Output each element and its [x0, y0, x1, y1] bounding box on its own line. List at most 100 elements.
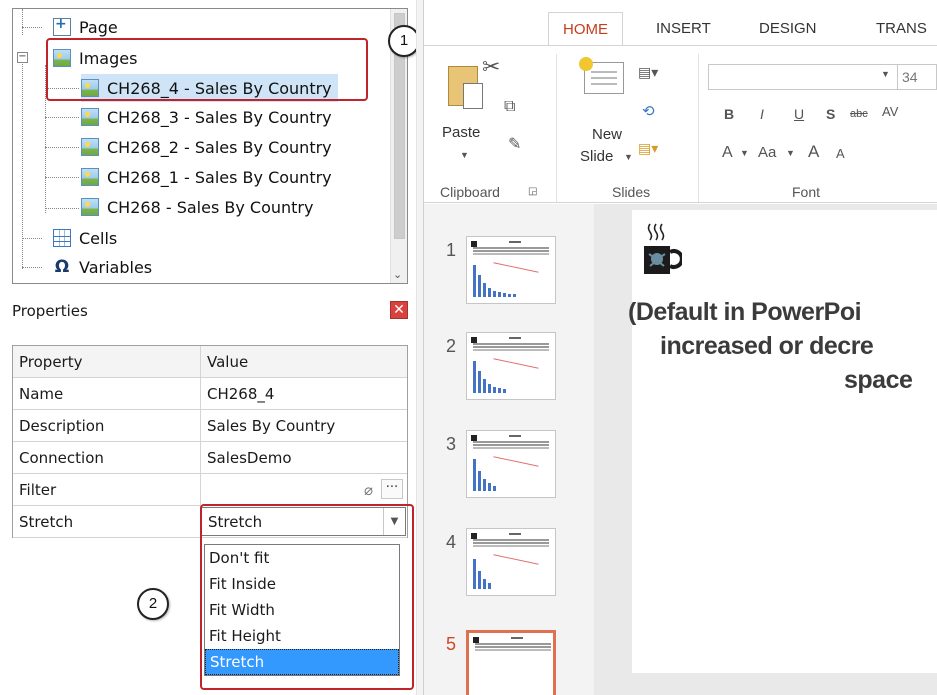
font-name-box[interactable]: ▼ — [708, 64, 898, 90]
layout-icon[interactable]: ▤▾ — [638, 64, 658, 81]
ellipsis-button[interactable]: ··· — [381, 479, 403, 499]
property-value-filter[interactable]: ⌀ ··· — [201, 474, 407, 505]
slide-text-line-2[interactable]: increased or decre — [660, 332, 874, 361]
tree-item-label: CH268_3 - Sales By Country — [107, 107, 332, 127]
tree-item-ch268-1[interactable]: CH268_1 - Sales By Country — [81, 163, 332, 191]
callout-2: 2 — [137, 588, 169, 620]
section-icon[interactable]: ▤▾ — [638, 140, 658, 157]
property-label: Stretch — [13, 506, 201, 537]
dialog-launcher-icon[interactable]: ◲ — [528, 186, 537, 197]
collapse-icon[interactable]: − — [17, 52, 28, 63]
new-slide-icon[interactable] — [579, 57, 624, 94]
tab-insert[interactable]: INSERT — [656, 20, 711, 37]
cut-icon[interactable]: ✂ — [482, 54, 500, 80]
omega-icon: Ω — [54, 257, 70, 277]
property-row-filter[interactable]: Filter ⌀ ··· — [13, 474, 407, 506]
chevron-down-icon[interactable]: ⌄ — [393, 268, 402, 281]
chevron-down-icon[interactable]: ▼ — [881, 69, 890, 79]
close-icon[interactable]: ✕ — [390, 301, 408, 319]
shrink-font-button[interactable]: A — [836, 146, 845, 161]
slide-thumbnails-pane[interactable]: 1 2 3 4 5 — [424, 204, 594, 695]
slide-thumbnail-3[interactable] — [466, 430, 556, 498]
paste-icon[interactable] — [448, 66, 483, 109]
tree-item-ch268[interactable]: CH268 - Sales By Country — [81, 193, 313, 221]
tree-item-ch268-2[interactable]: CH268_2 - Sales By Country — [81, 133, 332, 161]
tree-item-cells[interactable]: Cells — [53, 224, 117, 252]
property-label: Filter — [13, 474, 201, 505]
copy-icon[interactable]: ⧉ — [504, 98, 515, 116]
slide-text-line-3[interactable]: space — [844, 366, 913, 395]
tab-transitions[interactable]: TRANS — [876, 20, 927, 37]
tree-line — [45, 177, 79, 178]
column-header-value: Value — [207, 352, 249, 371]
tree-item-variables[interactable]: Ω Variables — [53, 253, 152, 281]
slide-number: 3 — [446, 434, 457, 454]
slide[interactable]: (Default in PowerPoi increased or decre … — [628, 210, 937, 673]
image-icon — [81, 198, 99, 216]
bold-button[interactable]: B — [724, 106, 734, 122]
underline-button[interactable]: U — [794, 106, 804, 122]
grow-font-button[interactable]: A — [808, 142, 819, 162]
new-slide-label: Slide — [580, 148, 614, 165]
property-value[interactable]: CH268_4 — [201, 378, 407, 409]
paperclip-icon[interactable]: ⌀ — [364, 481, 373, 499]
tree-line — [45, 147, 79, 148]
slide-editor: (Default in PowerPoi increased or decre … — [594, 204, 937, 695]
change-case-button[interactable]: Aa — [758, 144, 776, 161]
group-label-slides: Slides — [612, 184, 651, 200]
panel-splitter[interactable] — [416, 0, 424, 695]
tree-item-label: CH268_1 - Sales By Country — [107, 167, 332, 187]
slide-text-line-1[interactable]: (Default in PowerPoi — [628, 298, 862, 327]
chevron-down-icon[interactable]: ▼ — [786, 148, 795, 158]
slide-number: 1 — [446, 240, 457, 260]
tree-line — [22, 27, 42, 28]
tree-item-page[interactable]: Page — [53, 13, 118, 41]
separator — [698, 54, 699, 202]
image-icon — [81, 138, 99, 156]
ribbon: ✂ ⧉ ✎ Paste ▼ Clipboard ◲ New Slide ▼ ▤▾… — [424, 45, 937, 203]
char-spacing-button[interactable]: AV — [882, 104, 898, 119]
group-label-clipboard: Clipboard — [440, 184, 500, 200]
slide-thumbnail-4[interactable] — [466, 528, 556, 596]
slide-thumbnail-5[interactable] — [466, 630, 556, 695]
slide-thumbnail-1[interactable] — [466, 236, 556, 304]
property-label: Connection — [13, 442, 201, 473]
properties-header-row: Property Value — [13, 346, 407, 378]
column-header-property: Property — [13, 346, 201, 377]
strikethrough-button[interactable]: abc — [850, 108, 868, 120]
tree-item-ch268-3[interactable]: CH268_3 - Sales By Country — [81, 103, 332, 131]
tab-design[interactable]: DESIGN — [759, 20, 817, 37]
tree-line — [22, 9, 23, 35]
paste-button[interactable]: Paste — [442, 124, 480, 141]
left-panel: − Page Images CH268_4 - Sales By Country… — [0, 0, 424, 695]
new-slide-button[interactable]: New — [592, 126, 622, 143]
powerpoint-window: HOME INSERT DESIGN TRANS ✂ ⧉ ✎ Paste ▼ C… — [424, 0, 937, 695]
font-color-button[interactable]: A — [722, 144, 733, 162]
font-size-box[interactable]: 34 — [898, 64, 937, 90]
property-value[interactable]: SalesDemo — [201, 442, 407, 473]
property-row-connection[interactable]: Connection SalesDemo — [13, 442, 407, 474]
property-value[interactable]: Sales By Country — [201, 410, 407, 441]
slide-thumbnail-2[interactable] — [466, 332, 556, 400]
tree-line — [22, 267, 42, 268]
chevron-down-icon[interactable]: ▼ — [740, 148, 749, 158]
tree-line — [22, 238, 42, 239]
slide-number: 2 — [446, 336, 457, 356]
separator — [556, 54, 557, 202]
image-icon — [81, 168, 99, 186]
slide-number: 5 — [446, 634, 457, 654]
italic-button[interactable]: I — [760, 106, 764, 122]
highlight-box-2 — [200, 504, 414, 690]
shadow-button[interactable]: S — [826, 106, 835, 122]
format-painter-icon[interactable]: ✎ — [508, 134, 521, 154]
tab-home[interactable]: HOME — [548, 12, 623, 46]
property-label: Name — [13, 378, 201, 409]
tree-item-label: Page — [79, 17, 118, 37]
property-row-description[interactable]: Description Sales By Country — [13, 410, 407, 442]
reset-icon[interactable]: ⟲ — [642, 102, 655, 120]
tree-line — [45, 117, 79, 118]
chevron-down-icon[interactable]: ▼ — [460, 150, 469, 160]
property-row-name[interactable]: Name CH268_4 — [13, 378, 407, 410]
ribbon-tabs: HOME INSERT DESIGN TRANS — [424, 0, 937, 46]
chevron-down-icon[interactable]: ▼ — [624, 152, 633, 162]
